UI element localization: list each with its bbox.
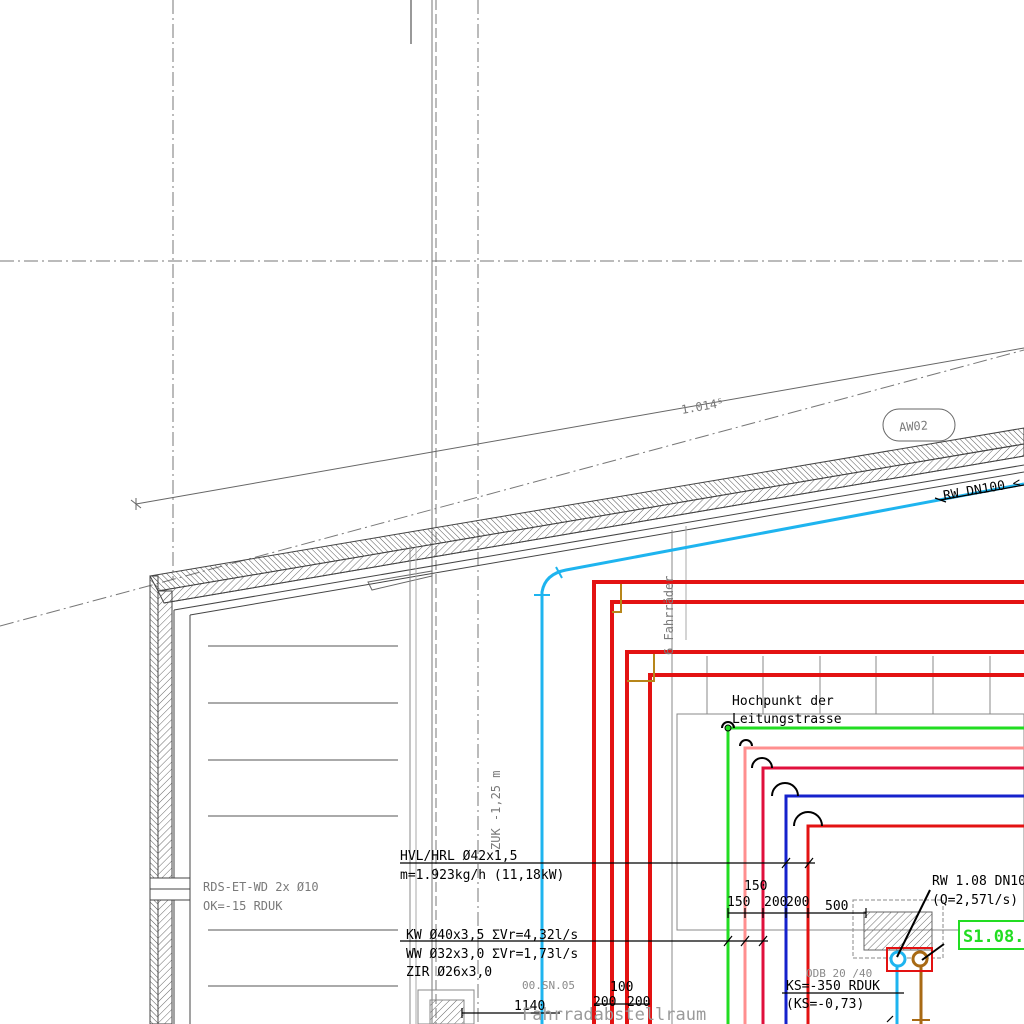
dim-150-b: 150	[744, 879, 767, 894]
dim-150-a: 150	[727, 895, 750, 910]
ww-label: WW Ø32x3,0 ΣVr=1,73l/s	[406, 947, 578, 962]
room-number: 00.SN.05	[522, 979, 575, 992]
dim-500: 500	[825, 899, 848, 914]
rw108-label-line1: RW 1.08 DN100	[932, 874, 1024, 889]
kw-label: KW Ø40x3,5 ΣVr=4,32l/s	[406, 928, 578, 943]
riser-symbols	[721, 721, 823, 827]
hvl-label-line1: HVL/HRL Ø42x1,5	[400, 849, 517, 864]
dim-100: 100	[610, 980, 633, 995]
pipe-brown	[912, 960, 930, 1024]
wall-length-dimension: 1.014⁵	[680, 396, 725, 417]
hochpunkt-line1: Hochpunkt der	[732, 694, 834, 709]
ks-label-line2: (KS=-0,73)	[786, 997, 864, 1012]
room-capacity-label: 6 Fahrräder	[662, 576, 676, 655]
dim-200-b: 200	[786, 895, 809, 910]
dim-200-a: 200	[764, 895, 787, 910]
ks-label-line1: KS=-350 RDUK	[786, 979, 880, 994]
floor-plan-drawing: 1.014⁵ AW02 RW DN100 < 6 Fahrräder ZUK -…	[0, 0, 1024, 1024]
rw108-label-line2: (Q=2,57l/s)	[932, 893, 1018, 908]
room-outlines	[417, 656, 1024, 1024]
gold-branch-lines	[612, 584, 655, 682]
hvl-label-line2: m=1.923kg/h (11,18kW)	[400, 868, 564, 883]
s108-tag: S1.08.K	[958, 920, 1024, 950]
zuk-level-label: ZUK -1,25 m	[489, 771, 503, 850]
svg-text:AW02: AW02	[899, 418, 929, 434]
rds-label-line2: OK=-15 RDUK	[203, 899, 283, 913]
rw-pipe-cyan	[534, 482, 1024, 1024]
room-name: Fahrradabstellraum	[522, 1005, 706, 1024]
rw-dn100-label: RW DN100 <	[942, 476, 1022, 504]
high-point-marker	[724, 724, 732, 732]
rds-label-line1: RDS-ET-WD 2x Ø10	[203, 880, 319, 894]
wall-tag-aw02: AW02	[882, 408, 956, 442]
svg-text:S1.08.K: S1.08.K	[963, 927, 1024, 947]
hochpunkt-line2: Leitungstrasse	[732, 712, 842, 727]
zir-label: ZIR Ø26x3,0	[406, 965, 492, 980]
